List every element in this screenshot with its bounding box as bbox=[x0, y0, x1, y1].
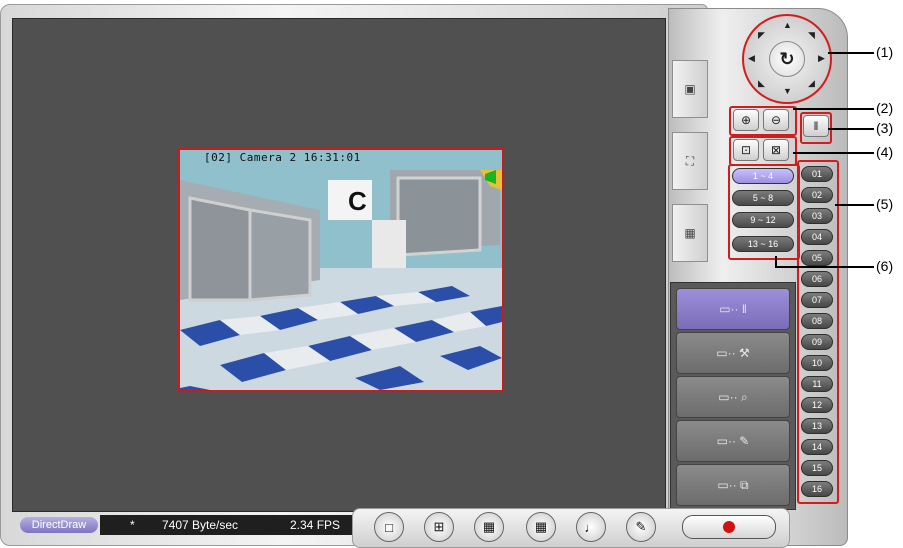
channel-button-07[interactable]: 07 bbox=[801, 292, 833, 308]
channel-button-02[interactable]: 02 bbox=[801, 187, 833, 203]
callout-line-6-stem bbox=[775, 256, 777, 268]
callout-label-3: (3) bbox=[876, 120, 894, 136]
record-button[interactable] bbox=[682, 515, 776, 539]
annotate-button[interactable]: ✎ bbox=[626, 512, 656, 542]
search-button[interactable]: ▭·· ⌕ bbox=[676, 376, 790, 418]
snapshot-icon: ▦ bbox=[684, 226, 696, 240]
fps-readout: 2.34 FPS bbox=[290, 518, 341, 532]
ptz-control-wheel[interactable]: ▲ ▼ ◀ ▶ ◤ ◥ ◣ ◢ ↻ bbox=[742, 14, 832, 104]
single-view-icon: □ bbox=[385, 519, 393, 535]
byte-rate-readout: 7407 Byte/sec bbox=[162, 518, 239, 532]
ptz-left-arrow-icon[interactable]: ◀ bbox=[748, 53, 755, 64]
callout-line-4 bbox=[793, 152, 874, 154]
callout-label-1: (1) bbox=[876, 44, 894, 60]
camera-sign: C bbox=[348, 186, 367, 216]
nine-view-button[interactable]: ▦ bbox=[474, 512, 504, 542]
render-mode-badge: DirectDraw bbox=[20, 517, 98, 533]
ptz-upleft-arrow-icon[interactable]: ◤ bbox=[758, 30, 765, 41]
ptz-down-arrow-icon[interactable]: ▼ bbox=[783, 86, 792, 96]
channel-button-11[interactable]: 11 bbox=[801, 376, 833, 392]
callout-label-6: (6) bbox=[876, 258, 894, 274]
ptz-downright-arrow-icon[interactable]: ◢ bbox=[808, 78, 815, 89]
setup-button[interactable]: ▭·· ⚒ bbox=[676, 332, 790, 374]
fullscreen-icon: ⛶ bbox=[685, 153, 695, 168]
video-window-icon: ▣ bbox=[684, 82, 696, 96]
channel-button-13[interactable]: 13 bbox=[801, 418, 833, 434]
joystick-button[interactable]: ‖ bbox=[803, 115, 829, 137]
log-button[interactable]: ▭·· ✎ bbox=[676, 420, 790, 462]
nine-view-icon: ▦ bbox=[482, 519, 496, 534]
group-button-13-16[interactable]: 13 ~ 16 bbox=[732, 236, 794, 252]
zoom-out-button[interactable]: ⊖ bbox=[763, 109, 789, 131]
channel-button-10[interactable]: 10 bbox=[801, 355, 833, 371]
camera-feed[interactable]: [02] Camera 2 16:31:01 C bbox=[178, 148, 504, 392]
sixteen-view-icon: ▦ bbox=[534, 519, 548, 534]
focus-far-button[interactable]: ⊠ bbox=[763, 139, 789, 161]
status-bar: * 7407 Byte/sec 2.34 FPS bbox=[100, 515, 352, 535]
sixteen-view-button[interactable]: ▦ bbox=[526, 512, 556, 542]
camera-scene-image bbox=[180, 150, 502, 390]
ptz-right-arrow-icon[interactable]: ▶ bbox=[818, 53, 825, 64]
monitor-to-pen-icon: ▭·· ✎ bbox=[716, 434, 750, 448]
audio-button[interactable]: ♩ bbox=[576, 512, 606, 542]
channel-button-16[interactable]: 16 bbox=[801, 481, 833, 497]
side-tab-fullscreen[interactable]: ⛶ bbox=[672, 132, 708, 190]
status-marker: * bbox=[130, 518, 135, 532]
camera-caption: [02] Camera 2 16:31:01 bbox=[204, 151, 361, 164]
callout-line-2 bbox=[793, 108, 874, 110]
ptz-upright-arrow-icon[interactable]: ◥ bbox=[808, 30, 815, 41]
channel-button-09[interactable]: 09 bbox=[801, 334, 833, 350]
side-tab-video[interactable]: ▣ bbox=[672, 60, 708, 118]
side-tab-snapshot[interactable]: ▦ bbox=[672, 204, 708, 262]
monitor-to-tools-icon: ▭·· ⚒ bbox=[716, 346, 750, 360]
channel-button-01[interactable]: 01 bbox=[801, 166, 833, 182]
quad-view-icon: ⊞ bbox=[433, 519, 445, 534]
single-view-button[interactable]: □ bbox=[374, 512, 404, 542]
group-button-1-4[interactable]: 1 ~ 4 bbox=[732, 168, 794, 184]
group-button-9-12[interactable]: 9 ~ 12 bbox=[732, 212, 794, 228]
ptz-up-arrow-icon[interactable]: ▲ bbox=[783, 20, 792, 30]
zoom-in-button[interactable]: ⊕ bbox=[733, 109, 759, 131]
callout-line-3 bbox=[828, 128, 874, 130]
speaker-icon: ♩ bbox=[584, 519, 598, 535]
callout-line-1 bbox=[828, 52, 874, 54]
callout-line-6 bbox=[776, 266, 874, 268]
ptz-mode-button[interactable]: ▭·· ‖ bbox=[676, 288, 790, 330]
callout-label-4: (4) bbox=[876, 144, 894, 160]
channel-button-08[interactable]: 08 bbox=[801, 313, 833, 329]
ptz-downleft-arrow-icon[interactable]: ◣ bbox=[758, 78, 765, 89]
channel-button-12[interactable]: 12 bbox=[801, 397, 833, 413]
focus-near-button[interactable]: ⊡ bbox=[733, 139, 759, 161]
monitor-to-copy-icon: ▭·· ⧉ bbox=[717, 477, 749, 492]
channel-button-15[interactable]: 15 bbox=[801, 460, 833, 476]
pen-icon: ✎ bbox=[635, 519, 647, 534]
channel-button-04[interactable]: 04 bbox=[801, 229, 833, 245]
monitor-to-joystick-icon: ▭·· ‖ bbox=[719, 302, 747, 316]
channel-button-05[interactable]: 05 bbox=[801, 250, 833, 266]
channel-button-14[interactable]: 14 bbox=[801, 439, 833, 455]
callout-label-2: (2) bbox=[876, 100, 894, 116]
record-dot-icon bbox=[723, 521, 735, 533]
monitor-to-search-icon: ▭·· ⌕ bbox=[718, 389, 748, 404]
callout-label-5: (5) bbox=[876, 196, 894, 212]
ptz-auto-rotate-icon[interactable]: ↻ bbox=[769, 41, 805, 77]
callout-line-5 bbox=[835, 204, 874, 206]
channel-button-06[interactable]: 06 bbox=[801, 271, 833, 287]
backup-button[interactable]: ▭·· ⧉ bbox=[676, 464, 790, 506]
quad-view-button[interactable]: ⊞ bbox=[424, 512, 454, 542]
channel-button-03[interactable]: 03 bbox=[801, 208, 833, 224]
group-button-5-8[interactable]: 5 ~ 8 bbox=[732, 190, 794, 206]
